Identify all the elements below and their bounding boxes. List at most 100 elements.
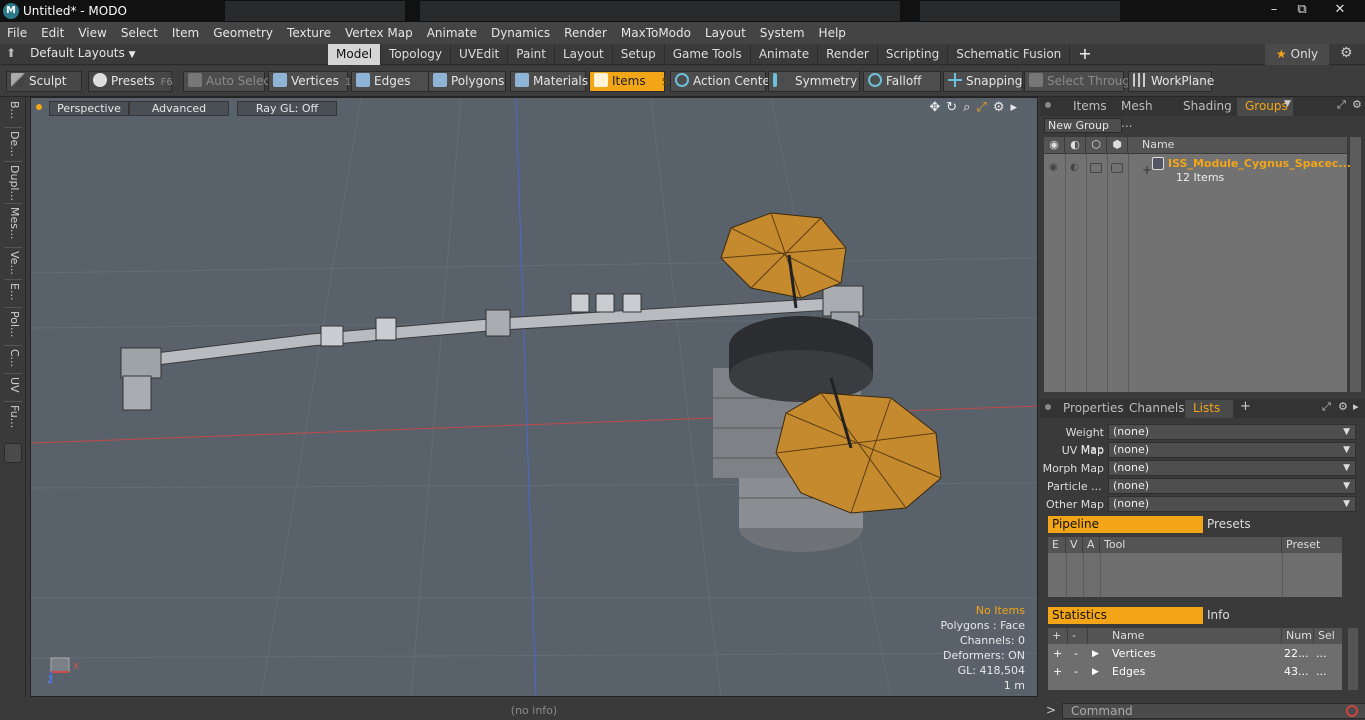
tab-properties[interactable]: Properties xyxy=(1055,400,1127,418)
col-num[interactable]: Num xyxy=(1282,628,1314,644)
tab-items[interactable]: Items xyxy=(1065,98,1113,116)
maximize-icon[interactable]: ⧉ xyxy=(1290,0,1314,20)
lock-checkbox[interactable] xyxy=(1090,163,1102,173)
only-toggle[interactable]: ★ Only xyxy=(1265,44,1329,65)
left-tab-fusion[interactable]: Fu... xyxy=(5,405,21,428)
menu-help[interactable]: Help xyxy=(812,22,853,44)
snapping-button[interactable]: Snapping xyxy=(943,71,1023,92)
menu-vertex-map[interactable]: Vertex Map xyxy=(338,22,420,44)
groups-scrollbar[interactable] xyxy=(1350,137,1361,392)
lock-icon[interactable]: ⬡ xyxy=(1086,137,1107,153)
popout-icon[interactable]: ⤢ xyxy=(1322,400,1331,414)
tab-presets[interactable]: Presets xyxy=(1203,516,1343,533)
statistics-scrollbar[interactable] xyxy=(1348,628,1358,690)
shading-dropdown[interactable]: Advanced xyxy=(129,101,229,116)
name-column-header[interactable]: Name xyxy=(1128,137,1347,153)
gear-icon[interactable]: ⚙ xyxy=(1352,98,1362,111)
3d-viewport[interactable]: X Z Perspective Advanced Ray GL: Off ✥↻⌕… xyxy=(30,97,1038,697)
tab-lists[interactable]: Lists xyxy=(1185,400,1233,418)
expand-arrow-icon[interactable]: ▸ xyxy=(1010,100,1023,115)
other-map-select[interactable]: (none) ▼ xyxy=(1108,496,1356,512)
tab-animate[interactable]: Animate xyxy=(751,44,819,65)
auto-select-button[interactable]: Auto Select xyxy=(183,71,275,92)
presets-button[interactable]: Presets F6 xyxy=(88,71,173,92)
panel-menu-dot-icon[interactable] xyxy=(1045,404,1051,410)
tab-mesh[interactable]: Mesh ... xyxy=(1113,98,1173,130)
materials-button[interactable]: Materials xyxy=(510,71,588,92)
menu-animate[interactable]: Animate xyxy=(420,22,484,44)
tab-pipeline[interactable]: Pipeline xyxy=(1048,516,1203,533)
menu-geometry[interactable]: Geometry xyxy=(206,22,280,44)
new-group-button[interactable]: New Group xyxy=(1044,118,1122,133)
settings-icon[interactable]: ⚙ xyxy=(993,100,1011,115)
symmetry-button[interactable]: Symmetry xyxy=(768,71,860,92)
expand-triangle-icon[interactable]: ▶ xyxy=(1092,645,1099,663)
tab-info[interactable]: Info xyxy=(1203,607,1343,624)
col-active[interactable]: A xyxy=(1083,537,1100,553)
expand-toggle[interactable]: + xyxy=(1142,163,1152,177)
maximize-view-icon[interactable]: ⤢ xyxy=(976,100,992,115)
particle-select[interactable]: (none) ▼ xyxy=(1108,478,1356,494)
tab-render[interactable]: Render xyxy=(818,44,878,65)
eye-icon[interactable]: ◉ xyxy=(1049,162,1058,173)
left-tab-basic[interactable]: B... xyxy=(5,101,21,119)
tab-topology[interactable]: Topology xyxy=(381,44,452,65)
tab-schematic-fusion[interactable]: Schematic Fusion xyxy=(948,44,1071,65)
left-tab-curve[interactable]: C... xyxy=(5,349,21,367)
add-button[interactable]: + xyxy=(1053,645,1062,663)
col-name[interactable]: Name xyxy=(1088,628,1282,644)
tab-uvedit[interactable]: UVEdit xyxy=(451,44,509,65)
left-tab-polygon[interactable]: Pol... xyxy=(5,311,21,338)
menu-file[interactable]: File xyxy=(0,22,34,44)
tab-shading[interactable]: Shading xyxy=(1175,98,1235,116)
tab-layout[interactable]: Layout xyxy=(555,44,613,65)
polygons-button[interactable]: Polygons xyxy=(428,71,506,92)
tab-statistics[interactable]: Statistics xyxy=(1048,607,1203,624)
tab-channels[interactable]: Channels xyxy=(1121,400,1185,418)
left-tab-uv[interactable]: UV xyxy=(5,377,21,393)
tab-setup[interactable]: Setup xyxy=(613,44,665,65)
strip-expand-button[interactable] xyxy=(4,443,22,463)
col-add[interactable]: + xyxy=(1048,628,1068,644)
left-tab-edge[interactable]: E... xyxy=(5,283,21,300)
group-name[interactable]: ISS_Module_Cygnus_Spacec... xyxy=(1168,157,1351,170)
menu-select[interactable]: Select xyxy=(114,22,165,44)
col-sel[interactable]: Sel xyxy=(1314,628,1342,644)
left-tab-mesh-edit[interactable]: Mes... xyxy=(5,207,21,239)
viewport-menu-dot-icon[interactable] xyxy=(36,104,42,110)
render-icon[interactable]: ◐ xyxy=(1070,162,1079,173)
menu-maxtomodo[interactable]: MaxToModo xyxy=(614,22,698,44)
menu-system[interactable]: System xyxy=(753,22,812,44)
menu-dynamics[interactable]: Dynamics xyxy=(484,22,557,44)
group-row[interactable]: ◉ ◐ + ISS_Module_Cygnus_Spacec... 12 Ite… xyxy=(1044,154,1351,184)
zoom-icon[interactable]: ⌕ xyxy=(963,100,976,115)
panel-menu-dot-icon[interactable] xyxy=(1045,102,1051,108)
workplane-button[interactable]: WorkPlane xyxy=(1128,71,1214,92)
minimize-icon[interactable]: – xyxy=(1262,0,1286,20)
remove-button[interactable]: - xyxy=(1074,663,1078,681)
left-tab-duplicate[interactable]: Dupl... xyxy=(5,165,21,201)
record-icon[interactable] xyxy=(1346,705,1358,717)
close-icon[interactable]: ✕ xyxy=(1328,0,1352,20)
left-tab-vertex[interactable]: Ve... xyxy=(5,251,21,275)
perspective-dropdown[interactable]: Perspective xyxy=(49,101,129,116)
menu-edit[interactable]: Edit xyxy=(34,22,71,44)
add-tab-button[interactable]: + xyxy=(1070,44,1099,65)
tab-scripting[interactable]: Scripting xyxy=(878,44,949,65)
popout-icon[interactable]: ⤢ xyxy=(1337,98,1346,112)
menu-render[interactable]: Render xyxy=(557,22,614,44)
items-button[interactable]: Items 5 xyxy=(589,71,668,92)
expand-arrow-icon[interactable]: ▸ xyxy=(1353,400,1359,413)
chevron-down-icon[interactable]: ▼ xyxy=(1284,99,1291,109)
tab-paint[interactable]: Paint xyxy=(508,44,555,65)
eye-icon[interactable]: ◉ xyxy=(1044,137,1065,153)
cygnus-spacecraft-model[interactable] xyxy=(713,212,942,552)
table-row[interactable]: + - ▶ Edges 43... ... xyxy=(1048,663,1342,681)
add-button[interactable]: + xyxy=(1053,663,1062,681)
sculpt-button[interactable]: Sculpt xyxy=(6,71,82,92)
raygl-toggle[interactable]: Ray GL: Off xyxy=(237,101,337,116)
remove-button[interactable]: - xyxy=(1074,645,1078,663)
menu-layout[interactable]: Layout xyxy=(698,22,753,44)
expand-triangle-icon[interactable]: ▶ xyxy=(1092,663,1099,681)
tab-game-tools[interactable]: Game Tools xyxy=(665,44,751,65)
